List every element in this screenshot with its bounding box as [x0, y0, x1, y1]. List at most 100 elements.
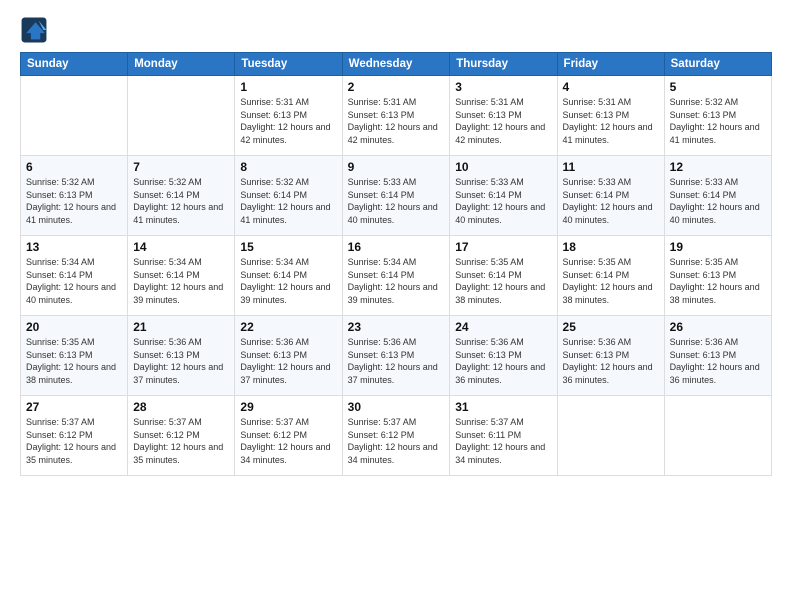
header: [20, 16, 772, 44]
page: SundayMondayTuesdayWednesdayThursdayFrid…: [0, 0, 792, 612]
calendar-cell: 16 Sunrise: 5:34 AM Sunset: 6:14 PM Dayli…: [342, 236, 450, 316]
day-number: 17: [455, 240, 551, 254]
day-number: 26: [670, 320, 766, 334]
day-header-thursday: Thursday: [450, 53, 557, 76]
day-number: 22: [240, 320, 336, 334]
day-info: Sunrise: 5:32 AM Sunset: 6:13 PM Dayligh…: [670, 96, 766, 146]
calendar-cell: [557, 396, 664, 476]
calendar-cell: 9 Sunrise: 5:33 AM Sunset: 6:14 PM Daylig…: [342, 156, 450, 236]
day-header-wednesday: Wednesday: [342, 53, 450, 76]
day-number: 6: [26, 160, 122, 174]
day-number: 25: [563, 320, 659, 334]
calendar-header-row: SundayMondayTuesdayWednesdayThursdayFrid…: [21, 53, 772, 76]
calendar-cell: 27 Sunrise: 5:37 AM Sunset: 6:12 PM Dayli…: [21, 396, 128, 476]
day-number: 4: [563, 80, 659, 94]
day-number: 19: [670, 240, 766, 254]
calendar-cell: 28 Sunrise: 5:37 AM Sunset: 6:12 PM Dayli…: [128, 396, 235, 476]
day-number: 24: [455, 320, 551, 334]
calendar-week-1: 1 Sunrise: 5:31 AM Sunset: 6:13 PM Daylig…: [21, 76, 772, 156]
calendar-cell: 24 Sunrise: 5:36 AM Sunset: 6:13 PM Dayli…: [450, 316, 557, 396]
day-info: Sunrise: 5:36 AM Sunset: 6:13 PM Dayligh…: [455, 336, 551, 386]
calendar-cell: 19Sunrise: 5:35 AM Sunset: 6:13 PM Dayli…: [664, 236, 771, 316]
calendar-cell: [21, 76, 128, 156]
day-info: Sunrise: 5:33 AM Sunset: 6:14 PM Dayligh…: [348, 176, 445, 226]
day-info: Sunrise: 5:37 AM Sunset: 6:12 PM Dayligh…: [26, 416, 122, 466]
day-info: Sunrise: 5:36 AM Sunset: 6:13 PM Dayligh…: [348, 336, 445, 386]
calendar-cell: 13 Sunrise: 5:34 AM Sunset: 6:14 PM Dayli…: [21, 236, 128, 316]
day-number: 9: [348, 160, 445, 174]
day-info: Sunrise: 5:33 AM Sunset: 6:14 PM Dayligh…: [455, 176, 551, 226]
calendar-cell: 3Sunrise: 5:31 AM Sunset: 6:13 PM Daylig…: [450, 76, 557, 156]
day-number: 20: [26, 320, 122, 334]
calendar-cell: 29Sunrise: 5:37 AM Sunset: 6:12 PM Dayli…: [235, 396, 342, 476]
calendar-cell: 20 Sunrise: 5:35 AM Sunset: 6:13 PM Dayli…: [21, 316, 128, 396]
calendar-cell: 15 Sunrise: 5:34 AM Sunset: 6:14 PM Dayli…: [235, 236, 342, 316]
calendar-cell: 30 Sunrise: 5:37 AM Sunset: 6:12 PM Dayli…: [342, 396, 450, 476]
day-number: 13: [26, 240, 122, 254]
day-info: Sunrise: 5:37 AM Sunset: 6:12 PM Dayligh…: [240, 416, 336, 466]
day-info: Sunrise: 5:34 AM Sunset: 6:14 PM Dayligh…: [240, 256, 336, 306]
calendar-week-4: 20 Sunrise: 5:35 AM Sunset: 6:13 PM Dayli…: [21, 316, 772, 396]
day-info: Sunrise: 5:37 AM Sunset: 6:12 PM Dayligh…: [133, 416, 229, 466]
calendar-cell: 10 Sunrise: 5:33 AM Sunset: 6:14 PM Dayli…: [450, 156, 557, 236]
calendar-week-2: 6 Sunrise: 5:32 AM Sunset: 6:13 PM Daylig…: [21, 156, 772, 236]
day-number: 1: [240, 80, 336, 94]
calendar-cell: 26 Sunrise: 5:36 AM Sunset: 6:13 PM Dayli…: [664, 316, 771, 396]
calendar-cell: 23 Sunrise: 5:36 AM Sunset: 6:13 PM Dayli…: [342, 316, 450, 396]
day-number: 28: [133, 400, 229, 414]
day-info: Sunrise: 5:37 AM Sunset: 6:11 PM Dayligh…: [455, 416, 551, 466]
calendar-table: SundayMondayTuesdayWednesdayThursdayFrid…: [20, 52, 772, 476]
day-header-monday: Monday: [128, 53, 235, 76]
day-number: 11: [563, 160, 659, 174]
day-number: 16: [348, 240, 445, 254]
day-number: 18: [563, 240, 659, 254]
logo-icon: [20, 16, 48, 44]
day-info: Sunrise: 5:34 AM Sunset: 6:14 PM Dayligh…: [26, 256, 122, 306]
day-info: Sunrise: 5:35 AM Sunset: 6:13 PM Dayligh…: [26, 336, 122, 386]
calendar-cell: 7 Sunrise: 5:32 AM Sunset: 6:14 PM Daylig…: [128, 156, 235, 236]
day-header-saturday: Saturday: [664, 53, 771, 76]
day-header-friday: Friday: [557, 53, 664, 76]
day-info: Sunrise: 5:37 AM Sunset: 6:12 PM Dayligh…: [348, 416, 445, 466]
day-info: Sunrise: 5:31 AM Sunset: 6:13 PM Dayligh…: [348, 96, 445, 146]
day-number: 2: [348, 80, 445, 94]
day-number: 23: [348, 320, 445, 334]
day-number: 5: [670, 80, 766, 94]
day-info: Sunrise: 5:36 AM Sunset: 6:13 PM Dayligh…: [563, 336, 659, 386]
day-info: Sunrise: 5:31 AM Sunset: 6:13 PM Dayligh…: [563, 96, 659, 146]
day-number: 27: [26, 400, 122, 414]
day-info: Sunrise: 5:31 AM Sunset: 6:13 PM Dayligh…: [455, 96, 551, 146]
day-number: 8: [240, 160, 336, 174]
day-info: Sunrise: 5:36 AM Sunset: 6:13 PM Dayligh…: [240, 336, 336, 386]
day-info: Sunrise: 5:32 AM Sunset: 6:14 PM Dayligh…: [133, 176, 229, 226]
calendar-cell: 21Sunrise: 5:36 AM Sunset: 6:13 PM Dayli…: [128, 316, 235, 396]
day-number: 15: [240, 240, 336, 254]
day-number: 7: [133, 160, 229, 174]
day-number: 14: [133, 240, 229, 254]
calendar-cell: 4 Sunrise: 5:31 AM Sunset: 6:13 PM Daylig…: [557, 76, 664, 156]
calendar-cell: 22 Sunrise: 5:36 AM Sunset: 6:13 PM Dayli…: [235, 316, 342, 396]
calendar-cell: 5 Sunrise: 5:32 AM Sunset: 6:13 PM Daylig…: [664, 76, 771, 156]
day-number: 10: [455, 160, 551, 174]
calendar-cell: 18 Sunrise: 5:35 AM Sunset: 6:14 PM Dayli…: [557, 236, 664, 316]
day-info: Sunrise: 5:35 AM Sunset: 6:14 PM Dayligh…: [455, 256, 551, 306]
logo: [20, 16, 52, 44]
calendar-cell: 17 Sunrise: 5:35 AM Sunset: 6:14 PM Dayli…: [450, 236, 557, 316]
day-info: Sunrise: 5:34 AM Sunset: 6:14 PM Dayligh…: [348, 256, 445, 306]
calendar-cell: 6 Sunrise: 5:32 AM Sunset: 6:13 PM Daylig…: [21, 156, 128, 236]
calendar-cell: 12Sunrise: 5:33 AM Sunset: 6:14 PM Dayli…: [664, 156, 771, 236]
day-info: Sunrise: 5:36 AM Sunset: 6:13 PM Dayligh…: [670, 336, 766, 386]
day-info: Sunrise: 5:31 AM Sunset: 6:13 PM Dayligh…: [240, 96, 336, 146]
calendar-week-5: 27 Sunrise: 5:37 AM Sunset: 6:12 PM Dayli…: [21, 396, 772, 476]
day-number: 30: [348, 400, 445, 414]
day-info: Sunrise: 5:35 AM Sunset: 6:14 PM Dayligh…: [563, 256, 659, 306]
calendar-cell: 11 Sunrise: 5:33 AM Sunset: 6:14 PM Dayli…: [557, 156, 664, 236]
calendar-week-3: 13 Sunrise: 5:34 AM Sunset: 6:14 PM Dayli…: [21, 236, 772, 316]
day-number: 21: [133, 320, 229, 334]
day-info: Sunrise: 5:32 AM Sunset: 6:13 PM Dayligh…: [26, 176, 122, 226]
calendar-cell: 8Sunrise: 5:32 AM Sunset: 6:14 PM Daylig…: [235, 156, 342, 236]
calendar-cell: [664, 396, 771, 476]
day-info: Sunrise: 5:33 AM Sunset: 6:14 PM Dayligh…: [563, 176, 659, 226]
calendar-cell: 25 Sunrise: 5:36 AM Sunset: 6:13 PM Dayli…: [557, 316, 664, 396]
day-info: Sunrise: 5:33 AM Sunset: 6:14 PM Dayligh…: [670, 176, 766, 226]
